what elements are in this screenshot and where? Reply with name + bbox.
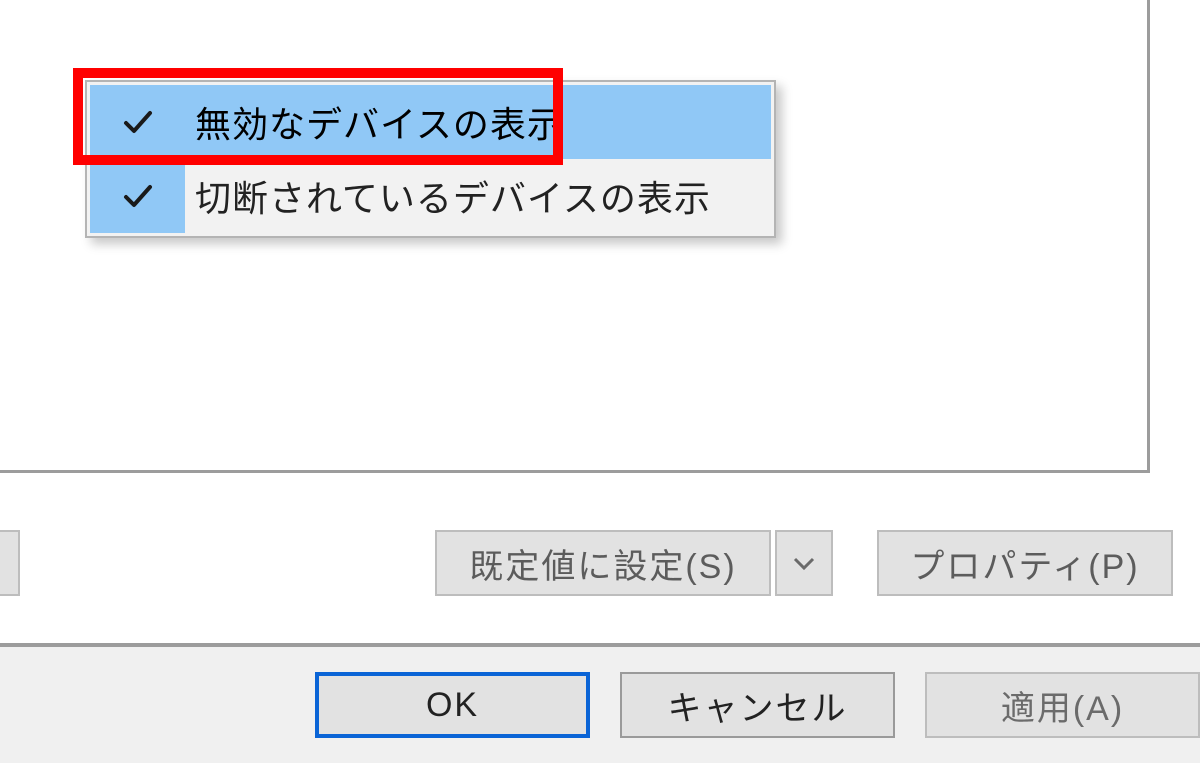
check-icon: [90, 159, 185, 233]
ok-button[interactable]: OK: [315, 672, 590, 738]
button-label: 既定値に設定(S): [469, 539, 736, 588]
context-menu: 無効なデバイスの表示 切断されているデバイスの表示: [85, 80, 776, 238]
button-label: プロパティ(P): [910, 539, 1139, 588]
menu-item-label: 切断されているデバイスの表示: [185, 170, 711, 222]
button-label: キャンセル: [668, 681, 848, 730]
menu-item-show-disconnected-devices[interactable]: 切断されているデバイスの表示: [90, 159, 771, 233]
properties-button[interactable]: プロパティ(P): [877, 530, 1173, 596]
set-default-dropdown-button[interactable]: [775, 530, 833, 596]
button-label: 適用(A): [1001, 681, 1124, 730]
chevron-down-icon: [792, 555, 816, 571]
menu-item-label: 無効なデバイスの表示: [185, 96, 564, 148]
cancel-button[interactable]: キャンセル: [620, 672, 895, 738]
device-action-row: 既定値に設定(S) プロパティ(P): [0, 528, 1200, 598]
apply-button[interactable]: 適用(A): [925, 672, 1200, 738]
configure-button-clipped[interactable]: [0, 530, 20, 596]
check-icon: [90, 85, 185, 159]
menu-item-show-disabled-devices[interactable]: 無効なデバイスの表示: [90, 85, 771, 159]
button-label: OK: [426, 686, 479, 725]
dialog-button-bar: OK キャンセル 適用(A): [0, 647, 1200, 763]
set-default-button[interactable]: 既定値に設定(S): [435, 530, 771, 596]
